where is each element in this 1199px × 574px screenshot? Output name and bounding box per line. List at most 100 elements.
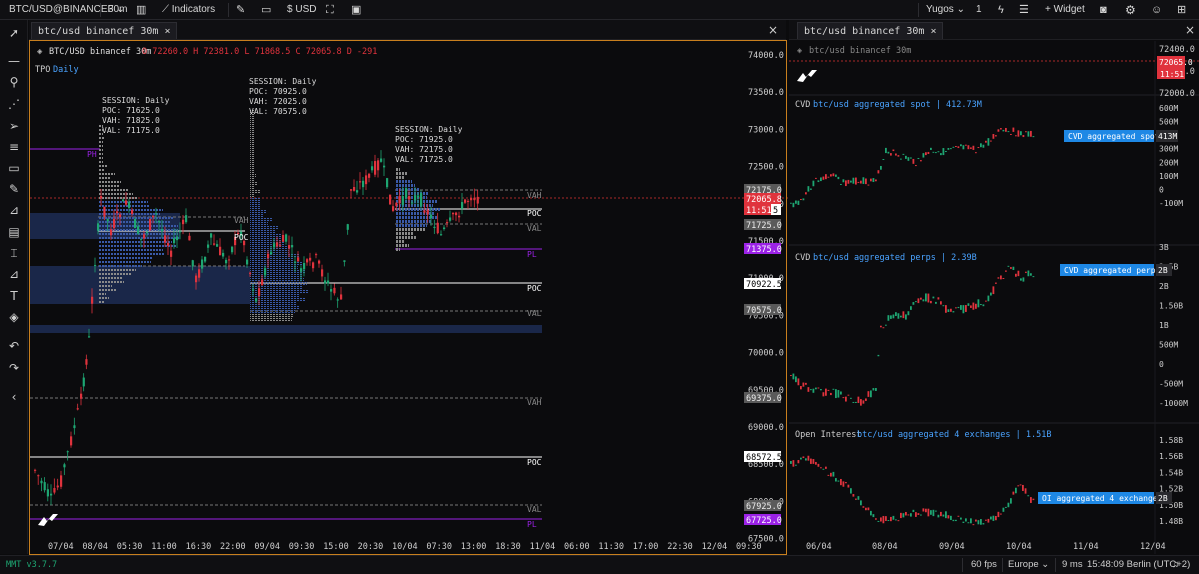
indicator-bar (1010, 267, 1012, 269)
candle-body (455, 212, 458, 216)
indicator-bar (840, 478, 842, 486)
tpo-row (99, 177, 110, 180)
time-tick: 07:30 (426, 542, 452, 552)
time-tick: 16:30 (186, 542, 212, 552)
candle-body (324, 280, 327, 284)
indicator-bar (800, 457, 802, 460)
tpo-row (250, 118, 254, 121)
candle-body (336, 299, 339, 301)
indicator-bar (977, 147, 980, 149)
tpo-row (250, 206, 261, 209)
candle-body (185, 215, 188, 223)
indicator-bar (925, 508, 927, 513)
indicator-bar (985, 140, 987, 143)
indicator-bar (912, 302, 915, 305)
indicator-bar (982, 144, 985, 148)
indicator-bar (927, 508, 930, 517)
oi-title: Open Interest (795, 430, 862, 440)
indicator-bar (860, 399, 862, 406)
cvd-spot-title: CVD (795, 100, 810, 110)
tpo-row (99, 285, 112, 288)
candle-body (436, 222, 439, 234)
indicator-bar (940, 301, 942, 305)
candle-body (82, 377, 85, 387)
tpo-row (250, 166, 254, 169)
latency-readout: 9 ms (1062, 559, 1083, 570)
candle-body (426, 209, 429, 215)
region-selector[interactable]: Europe ⌄ (1008, 556, 1049, 574)
candle-body (100, 196, 103, 199)
settings-diamond-icon[interactable]: ◈ (37, 47, 43, 57)
candle-body (258, 288, 261, 296)
indicator-bar (975, 303, 977, 309)
candle-body (255, 298, 258, 302)
indicator-bar (907, 157, 910, 161)
indicator-bar (942, 305, 945, 307)
time-axis[interactable]: 07/04 08/04 05:30 11:00 16:30 22:00 09/04 09:30… (48, 542, 762, 552)
time-tick: 09/04 (254, 542, 280, 552)
tpo-row (99, 137, 104, 140)
main-chart[interactable]: PH VAH POC VAL PL POC VAL VAH POC VAL PL… (0, 0, 1199, 574)
axis-tick: 1B (1159, 321, 1169, 330)
tpo-row (396, 184, 415, 187)
indicator-bar (875, 179, 877, 182)
tpo-row (99, 141, 103, 144)
tpo-row (396, 244, 409, 247)
ohlc-readout: O 72260.0 H 72381.0 L 71868.5 C 72065.8 … (142, 47, 377, 57)
indicator-bar (900, 512, 902, 519)
time-tick: 12/04 (1140, 542, 1166, 552)
session-val: VAL: 71725.0 (395, 155, 453, 164)
tpo-row (250, 126, 254, 129)
tpo-period[interactable]: Daily (53, 65, 79, 75)
svg-text:5: 5 (773, 206, 778, 216)
indicator-bar (845, 180, 847, 187)
indicator-bar (952, 519, 955, 522)
tpo-row (396, 232, 414, 235)
time-tick: 11:30 (598, 542, 624, 552)
pl-tag: 67725.0 (746, 516, 782, 526)
indicator-bar (880, 325, 882, 328)
time-tick: 09:30 (736, 542, 762, 552)
indicator-bar (830, 392, 832, 396)
indicator-bar (902, 153, 905, 155)
indicator-bar (842, 397, 845, 399)
tpo-row (250, 146, 255, 149)
axis-tick: 0 (1159, 360, 1164, 369)
poc-tag: 70922.5 (746, 280, 782, 290)
indicator-bar (887, 151, 890, 154)
candle-body (134, 218, 137, 229)
cvd-spot-subtitle: btc/usd aggregated spot | 412.73M (813, 100, 982, 110)
indicator-bar (992, 515, 995, 521)
indicator-bar (815, 387, 817, 390)
indicator-bar (895, 312, 897, 316)
indicator-bar (930, 510, 932, 515)
candle-body (122, 199, 125, 202)
chevron-down-icon: ⌄ (1041, 559, 1050, 570)
tpo-row (99, 241, 172, 244)
indicator-bar (1002, 129, 1005, 132)
indicator-bar (920, 297, 922, 300)
candle-body (137, 226, 140, 234)
candle-body (179, 231, 182, 233)
time-tick: 22:30 (667, 542, 693, 552)
candle-body (201, 259, 204, 269)
indicator-bar (820, 177, 822, 182)
candle-body (34, 469, 37, 471)
vah-label: VAH (527, 398, 542, 407)
indicator-bar (867, 184, 870, 186)
indicator-bar (987, 295, 990, 302)
indicator-bar (797, 460, 800, 464)
tpo-row (99, 245, 176, 248)
tpo-row (250, 226, 278, 229)
indicator-bar (875, 388, 877, 391)
candle-body (228, 259, 231, 261)
bell-icon[interactable]: ♫ (1172, 556, 1179, 574)
candle-body (321, 269, 324, 277)
axis-tick: 100M (1159, 172, 1178, 181)
time-tick: 08/04 (872, 542, 898, 552)
side-settings-icon[interactable]: ◈ (797, 46, 803, 56)
candle-body (467, 200, 470, 202)
indicator-bar (1005, 270, 1007, 272)
candle-body (386, 178, 389, 188)
candle-body (423, 210, 426, 213)
